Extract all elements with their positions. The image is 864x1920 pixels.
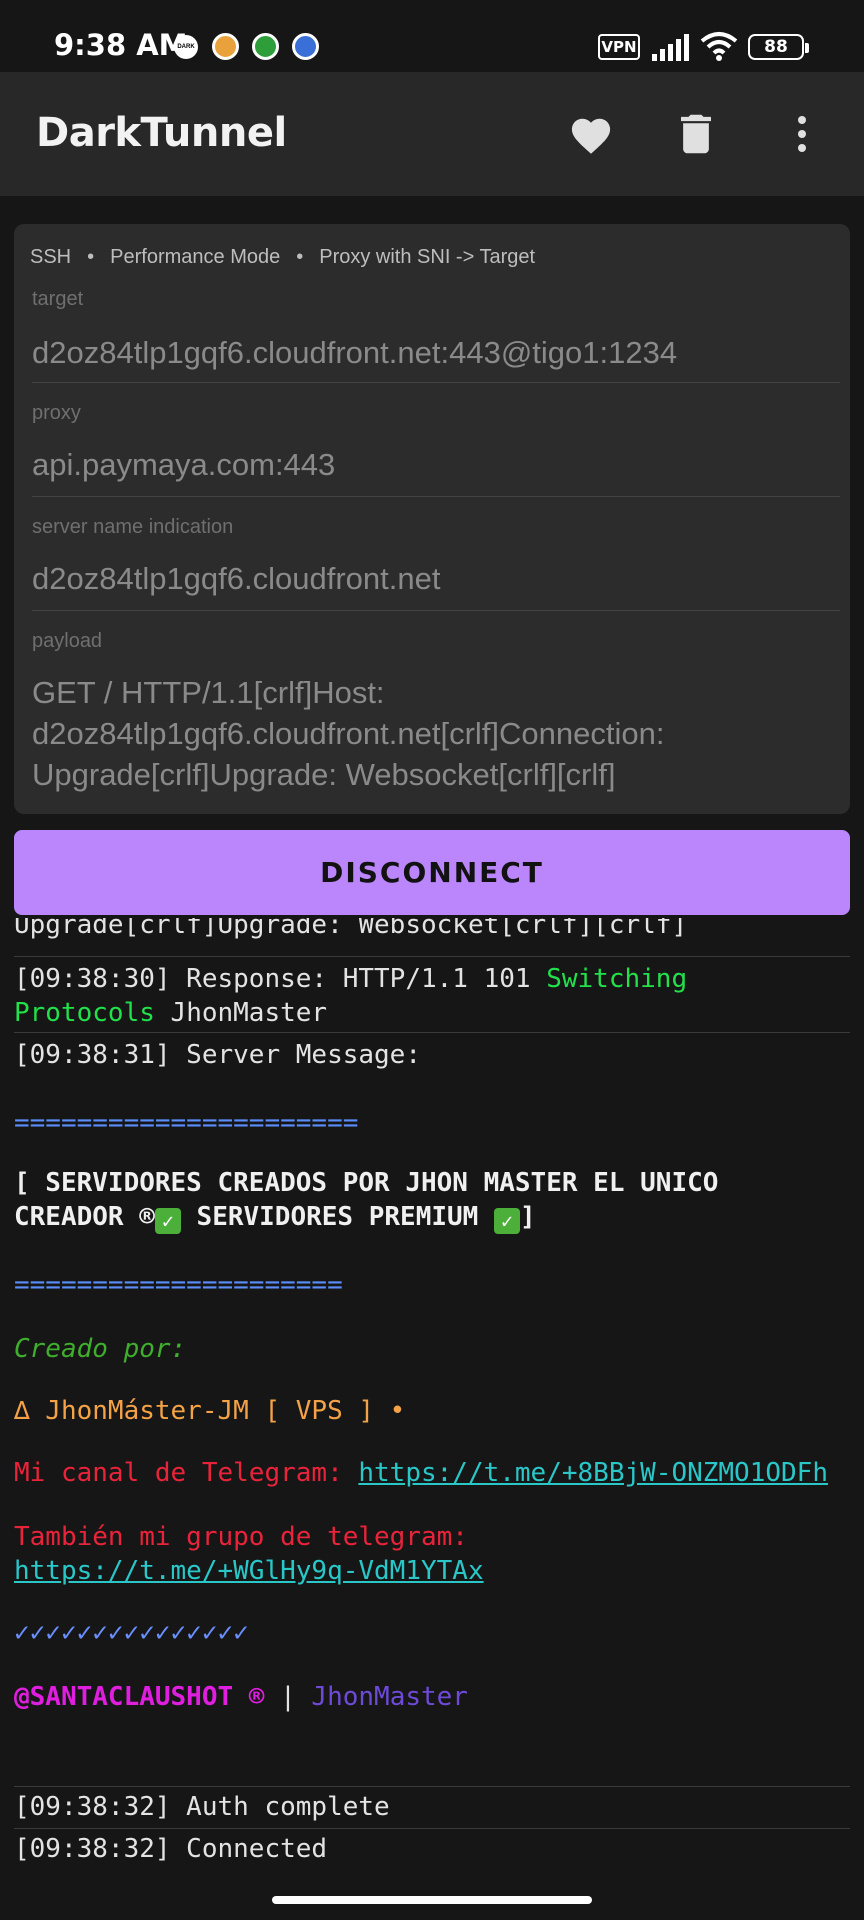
payload-field[interactable]: GET / HTTP/1.1[crlf]Host: d2oz84tlp1gqf6… bbox=[32, 672, 842, 795]
banner-line-2c: ] bbox=[519, 1202, 536, 1232]
log-separator bbox=[14, 956, 850, 957]
vpn-icon: VPN bbox=[598, 34, 640, 60]
sni-label: server name indication bbox=[32, 516, 234, 538]
payload-label: payload bbox=[32, 630, 103, 652]
connection-log[interactable]: Upgrade[crlf]Upgrade: Websocket[crlf][cr… bbox=[0, 918, 864, 1868]
disconnect-button[interactable]: DISCONNECT bbox=[14, 830, 850, 915]
log-line-partial: Upgrade[crlf]Upgrade: Websocket[crlf][cr… bbox=[14, 918, 688, 940]
telegram-group-line: También mi grupo de telegram: https://t.m… bbox=[14, 1520, 854, 1588]
sni-field[interactable]: d2oz84tlp1gqf6.cloudfront.net bbox=[32, 558, 842, 599]
shield-icon bbox=[252, 33, 279, 60]
signal-icon bbox=[652, 34, 689, 61]
telegram-channel-link[interactable]: https://t.me/+8BBjW-ONZMO1ODFh bbox=[358, 1458, 828, 1488]
response-suffix: JhonMaster bbox=[154, 998, 328, 1028]
crumb-connection: Proxy with SNI -> Target bbox=[319, 246, 536, 268]
app-bar: DarkTunnel bbox=[0, 72, 864, 196]
config-card[interactable]: SSH • Performance Mode • Proxy with SNI -> T… bbox=[14, 224, 850, 814]
crumb-separator: • bbox=[296, 246, 304, 268]
more-vert-icon bbox=[798, 116, 806, 152]
response-status-cont: Protocols bbox=[14, 998, 155, 1028]
divider bbox=[32, 610, 840, 611]
more-options-button[interactable] bbox=[770, 102, 834, 166]
handle: @SANTACLAUSHOT ® bbox=[14, 1682, 265, 1712]
created-by-label: Creado por: bbox=[14, 1334, 187, 1364]
message-banner: [ SERVIDORES CREADOS POR JHON MASTER EL … bbox=[14, 1166, 854, 1234]
delete-button[interactable] bbox=[664, 102, 728, 166]
divider bbox=[32, 382, 840, 383]
divider bbox=[32, 496, 840, 497]
banner-line-2b: SERVIDORES PREMIUM bbox=[180, 1202, 494, 1232]
crumb-mode: Performance Mode bbox=[110, 246, 281, 268]
banner-line-1: [ SERVIDORES CREADOS POR JHON MASTER EL … bbox=[14, 1168, 719, 1198]
response-prefix: [09:38:30] Response: HTTP/1.1 101 bbox=[14, 964, 547, 994]
proxy-field[interactable]: api.paymaya.com:443 bbox=[32, 444, 842, 485]
status-bar: 9:38 AM DARK VPN 88 bbox=[0, 0, 864, 72]
crumb-protocol: SSH bbox=[30, 246, 72, 268]
home-indicator[interactable] bbox=[272, 1896, 592, 1904]
coin-icon bbox=[212, 33, 239, 60]
log-line-response: [09:38:30] Response: HTTP/1.1 101 Switch… bbox=[14, 962, 854, 1030]
log-separator bbox=[14, 1786, 850, 1787]
target-label: target bbox=[32, 288, 84, 310]
telegram-label: Mi canal de Telegram: bbox=[14, 1458, 359, 1488]
config-summary: SSH • Performance Mode • Proxy with SNI -> T… bbox=[30, 246, 535, 269]
check-mark-icon: ✓ bbox=[154, 1208, 181, 1234]
proxy-label: proxy bbox=[32, 402, 81, 424]
signature-line: @SANTACLAUSHOT ® | JhonMaster bbox=[14, 1680, 854, 1714]
vps-line: ∆ JhonMáster-JM [ VPS ] • bbox=[14, 1396, 406, 1426]
group-label: También mi grupo de telegram: bbox=[14, 1522, 468, 1552]
response-status: Switching bbox=[546, 964, 688, 994]
app-title: DarkTunnel bbox=[36, 110, 287, 156]
log-line-server-message: [09:38:31] Server Message: bbox=[14, 1040, 421, 1070]
handle-name: JhonMaster bbox=[311, 1682, 468, 1712]
banner-line-2: CREADOR ® bbox=[14, 1202, 155, 1232]
trash-icon bbox=[681, 114, 711, 154]
check-mark-icon: ✓ bbox=[493, 1208, 520, 1234]
favorite-button[interactable] bbox=[559, 102, 623, 166]
target-field[interactable]: d2oz84tlp1gqf6.cloudfront.net:443@tigo1:… bbox=[32, 332, 842, 373]
message-divider: ====================== bbox=[14, 1108, 359, 1138]
dark-mode-icon: DARK bbox=[174, 35, 198, 59]
message-divider: ===================== bbox=[14, 1270, 343, 1300]
log-separator bbox=[14, 1032, 850, 1033]
wifi-icon bbox=[700, 32, 738, 61]
log-separator bbox=[14, 1828, 850, 1829]
status-time: 9:38 AM bbox=[54, 28, 188, 62]
log-line-connected: [09:38:32] Connected bbox=[14, 1834, 328, 1864]
crumb-separator: • bbox=[87, 246, 95, 268]
heart-icon bbox=[571, 118, 611, 154]
handle-separator: | bbox=[264, 1682, 312, 1712]
battery-icon: 88 bbox=[748, 34, 809, 60]
log-line-auth: [09:38:32] Auth complete bbox=[14, 1792, 390, 1822]
check-marks: ✓✓✓✓✓✓✓✓✓✓✓✓✓✓✓ bbox=[14, 1618, 249, 1648]
telegram-group-link[interactable]: https://t.me/+WGlHy9q-VdM1YTAx bbox=[14, 1556, 484, 1586]
network-icon bbox=[292, 33, 319, 60]
telegram-channel-line: Mi canal de Telegram: https://t.me/+8BBj… bbox=[14, 1456, 854, 1490]
